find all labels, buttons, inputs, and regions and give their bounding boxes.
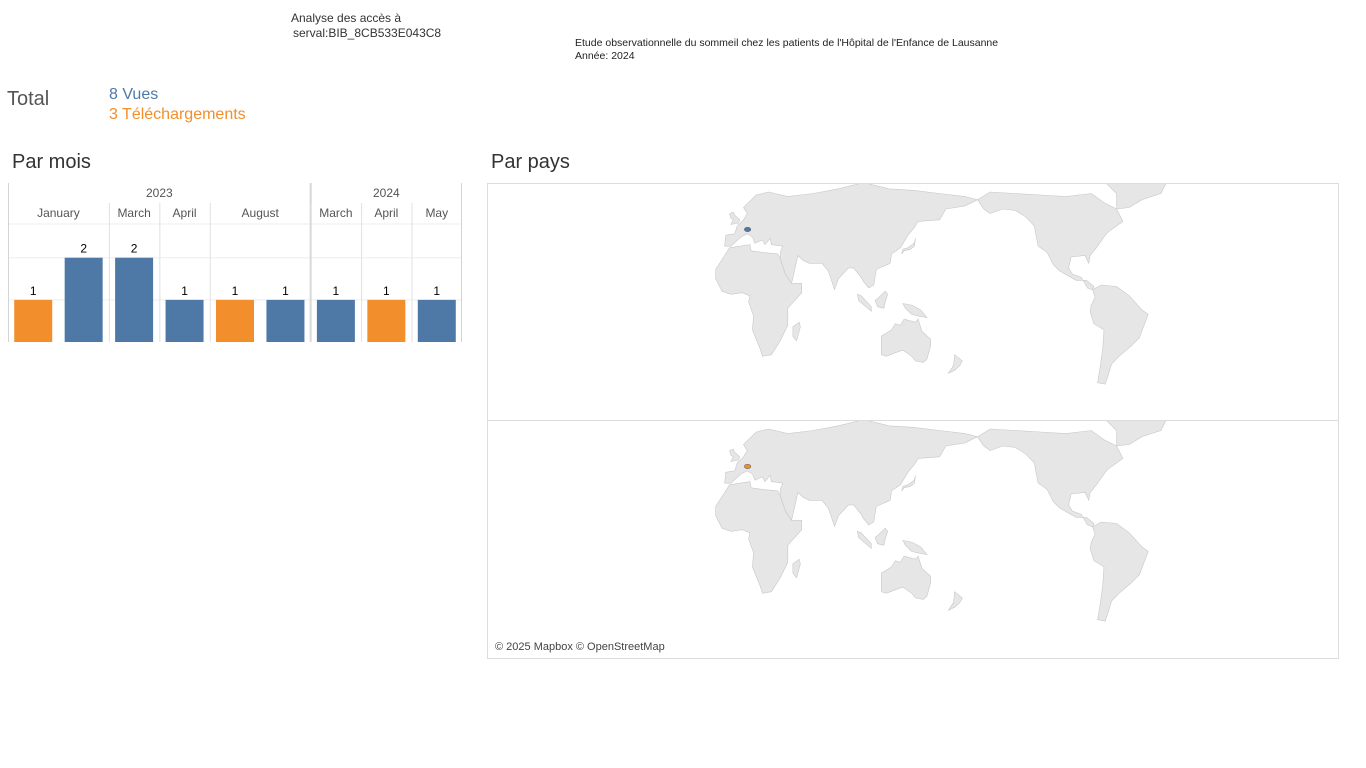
world-map-views: [698, 184, 1167, 420]
year-label: Année: 2024: [575, 50, 635, 62]
bar: [417, 299, 456, 342]
country-switzerland-mark: [744, 463, 752, 469]
total-label: Total: [7, 88, 50, 110]
page-title-line2: serval:BIB_8CB533E043C8: [293, 26, 442, 40]
section-title-by-month: Par mois: [12, 151, 91, 173]
bar: [14, 299, 53, 342]
map-attribution: © 2025 Mapbox © OpenStreetMap: [495, 641, 665, 653]
page-title-line1: Analyse des accès à: [291, 11, 402, 25]
bar: [266, 299, 305, 342]
year-label: 2023: [146, 186, 173, 200]
data-label: 1: [30, 284, 37, 298]
world-map-downloads: [698, 421, 1167, 657]
data-label: 2: [80, 242, 87, 256]
study-title: Etude observationnelle du sommeil chez l…: [575, 37, 999, 49]
month-label: March: [117, 206, 150, 220]
month-label: April: [173, 206, 197, 220]
bar: [165, 299, 204, 342]
country-switzerland-mark: [744, 226, 752, 232]
data-label: 1: [232, 284, 239, 298]
bar: [367, 299, 406, 342]
month-label: April: [374, 206, 398, 220]
map-panel-downloads[interactable]: © 2025 Mapbox © OpenStreetMap: [488, 421, 1338, 657]
bar: [316, 299, 355, 342]
month-label: January: [37, 206, 80, 220]
monthly-bar-chart: 2023 2024 January March April August March Apri…: [8, 183, 462, 342]
total-downloads: 3 Téléchargements: [109, 106, 246, 123]
bar: [216, 299, 254, 342]
data-label: 1: [282, 284, 289, 298]
data-label: 2: [131, 242, 138, 256]
data-label: 1: [181, 284, 188, 298]
month-label: May: [425, 206, 448, 220]
month-label: August: [242, 206, 280, 220]
section-title-by-country: Par pays: [491, 151, 570, 173]
page-title: Analyse des accès à serval:BIB_8CB533E04…: [291, 11, 441, 41]
data-label: 1: [333, 284, 340, 298]
map-panel-views[interactable]: [488, 184, 1338, 421]
month-label: March: [319, 206, 352, 220]
bar: [64, 257, 103, 342]
bar: [115, 257, 154, 342]
total-views: 8 Vues: [109, 86, 159, 103]
year-label: 2024: [373, 186, 400, 200]
data-label: 1: [383, 284, 390, 298]
country-map[interactable]: © 2025 Mapbox © OpenStreetMap: [487, 183, 1339, 659]
data-label: 1: [433, 284, 440, 298]
study-info: Etude observationnelle du sommeil chez l…: [575, 37, 998, 63]
